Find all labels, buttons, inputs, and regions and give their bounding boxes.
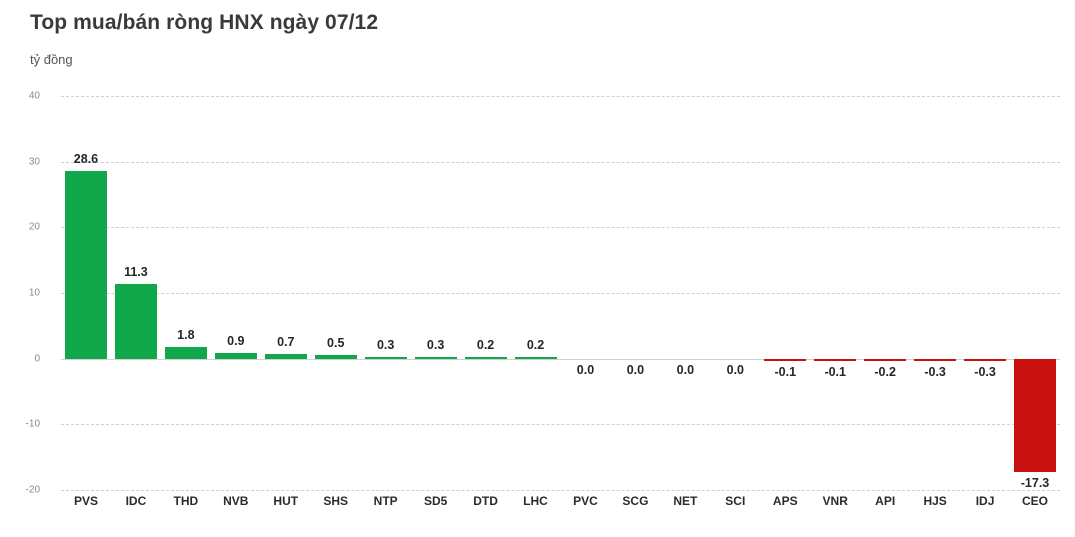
x-axis-tick-label: IDJ (975, 494, 995, 508)
y-axis-tick-label: 0 (34, 353, 40, 365)
chart-container: Top mua/bán ròng HNX ngày 07/12 tỷ đồng … (0, 0, 1075, 537)
x-axis-tick-label: DTD (473, 494, 498, 508)
x-axis-tick-label: API (875, 494, 896, 508)
bar-group[interactable]: -0.1 VNR (810, 96, 860, 508)
x-axis-tick-label: NTP (373, 494, 398, 508)
gridline (61, 490, 1060, 491)
y-axis-tick-label: 30 (28, 156, 40, 168)
bar-group[interactable]: 0.0 NET (660, 96, 710, 508)
bar-group[interactable]: 0.0 SCG (610, 96, 660, 508)
bar-group[interactable]: 0.0 PVC (561, 96, 611, 508)
x-axis-tick-label: SCI (725, 494, 746, 508)
x-axis-tick-label: SD5 (423, 494, 448, 508)
bar[interactable] (764, 358, 807, 361)
x-axis-tick-label: VNR (822, 494, 848, 508)
bar-value-label: 0.0 (676, 362, 695, 377)
bar[interactable] (514, 356, 557, 359)
bar-value-label: 0.9 (227, 333, 245, 348)
bar-group[interactable]: -0.3 HJS (910, 96, 960, 508)
bar-value-label: 0.3 (426, 337, 445, 352)
bar[interactable] (864, 358, 907, 361)
x-axis-tick-label: NET (673, 494, 698, 508)
bar-group[interactable]: 0.3 SD5 (411, 96, 461, 508)
x-axis-tick-label: HJS (923, 494, 947, 508)
bar-value-label: 11.3 (124, 265, 148, 280)
bar-value-label: 0.5 (327, 336, 345, 351)
bar[interactable] (464, 356, 507, 359)
bar-group[interactable]: 0.5 SHS (311, 96, 361, 508)
bar-value-label: 0.2 (476, 337, 495, 352)
bar-value-label: 0.7 (277, 335, 295, 350)
bar-value-label: 1.8 (177, 327, 195, 342)
bar-group[interactable]: 1.8 THD (161, 96, 211, 508)
y-axis-tick-label: 40 (28, 90, 40, 102)
y-axis-tick-label: 10 (28, 287, 40, 299)
bar-group[interactable]: -17.3 CEO (1010, 96, 1060, 508)
x-axis-tick-label: PVC (573, 494, 598, 508)
bar-value-label: 0.0 (726, 362, 745, 377)
x-axis-tick-label: HUT (273, 494, 299, 508)
y-axis-tick-label: 20 (28, 221, 40, 233)
x-axis-tick-label: SCG (622, 494, 649, 508)
bar-group[interactable]: 0.3 NTP (361, 96, 411, 508)
bar[interactable] (164, 346, 207, 359)
x-axis-tick-label: IDC (125, 494, 147, 508)
y-axis-tick-label: -10 (25, 418, 40, 430)
axis-unit-label: tỷ đồng (30, 52, 73, 67)
bar[interactable] (414, 356, 457, 359)
bar-group[interactable]: 28.6 PVS (61, 96, 111, 508)
bar-group[interactable]: 11.3 IDC (111, 96, 161, 508)
bar-group[interactable]: 0.0 SCI (710, 96, 760, 508)
bar[interactable] (114, 284, 157, 359)
bar[interactable] (364, 356, 407, 359)
bar[interactable] (214, 352, 257, 359)
page-title: Top mua/bán ròng HNX ngày 07/12 (30, 11, 379, 34)
x-axis-tick-label: SHS (323, 494, 349, 508)
bar-value-label: -0.1 (824, 364, 846, 379)
bar-value-label: 0.2 (526, 337, 545, 352)
bar-group[interactable]: 0.9 NVB (211, 96, 261, 508)
bar-series: 28.6 PVS 11.3 IDC 1.8 THD 0.9 NVB 0.7 HUT 0.5 SHS 0.… (61, 96, 1060, 508)
bar-value-label: 0.0 (576, 362, 595, 377)
bar[interactable] (1014, 358, 1057, 473)
bar-group[interactable]: -0.1 APS (760, 96, 810, 508)
bar-value-label: 0.3 (376, 337, 395, 352)
bar[interactable] (814, 358, 857, 361)
bar[interactable] (964, 358, 1007, 361)
plot-area: 40 30 20 10 0 -10 -20 28.6 PVS 11.3 IDC 1.8 THD 0.9 N… (26, 91, 1060, 508)
bar-value-label: -0.3 (974, 364, 996, 379)
bar-value-label: -17.3 (1020, 476, 1050, 491)
x-axis-tick-label: NVB (223, 494, 249, 508)
bar-group[interactable]: -0.2 API (860, 96, 910, 508)
bar-group[interactable]: 0.2 LHC (511, 96, 561, 508)
y-axis-tick-label: -20 (25, 484, 40, 496)
bar-group[interactable]: 0.2 DTD (461, 96, 511, 508)
bar-value-label: -0.2 (874, 364, 896, 379)
x-axis-tick-label: PVS (73, 494, 98, 508)
x-axis-tick-label: LHC (523, 494, 548, 508)
bar-value-label: -0.1 (774, 364, 797, 379)
bar[interactable] (64, 170, 107, 359)
x-axis-tick-label: CEO (1022, 494, 1049, 508)
bar-value-label: -0.3 (924, 364, 946, 379)
bar-group[interactable]: -0.3 IDJ (960, 96, 1010, 508)
x-axis-tick-label: THD (173, 494, 199, 508)
bar-value-label: 0.0 (626, 362, 645, 377)
x-axis-tick-label: APS (772, 494, 798, 508)
bar[interactable] (314, 355, 357, 359)
bar-value-label: 28.6 (73, 151, 99, 166)
bar-group[interactable]: 0.7 HUT (261, 96, 311, 508)
bar[interactable] (264, 354, 307, 359)
bar[interactable] (914, 358, 957, 361)
